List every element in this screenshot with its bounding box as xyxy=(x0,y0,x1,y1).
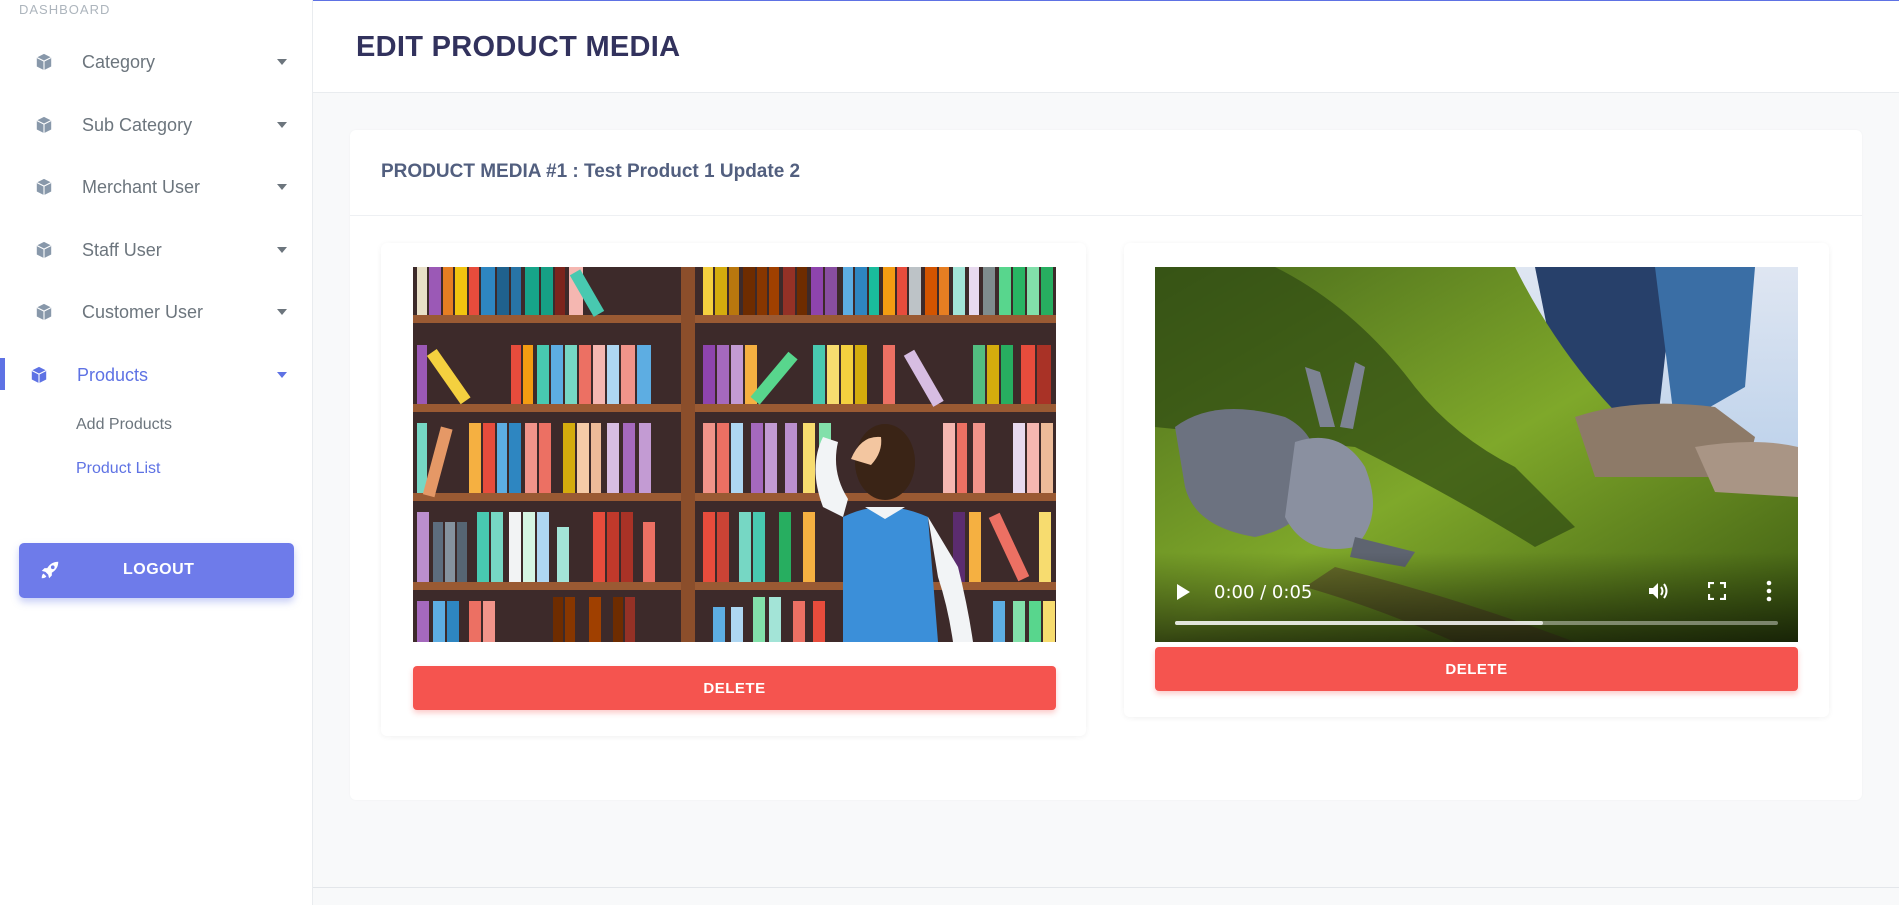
rocket-icon xyxy=(41,561,59,579)
sidebar-item-products[interactable]: Products xyxy=(0,353,313,397)
cube-icon xyxy=(36,303,52,321)
logout-label: LOGOUT xyxy=(123,561,195,578)
sidebar-subitem-product-list[interactable]: Product List xyxy=(76,460,160,478)
card-title: PRODUCT MEDIA #1 : Test Product 1 Update… xyxy=(381,161,801,182)
media-item-video: 0:00 / 0:05 DELETE xyxy=(1124,243,1829,717)
play-icon[interactable] xyxy=(1177,584,1190,600)
sidebar: DASHBOARD Category Sub Category Merchant… xyxy=(0,0,313,905)
delete-video-button[interactable]: DELETE xyxy=(1155,647,1798,691)
cube-icon xyxy=(36,241,52,259)
caret-down-icon xyxy=(277,184,287,190)
caret-down-icon xyxy=(277,122,287,128)
video-time: 0:00 / 0:05 xyxy=(1214,582,1313,603)
cube-icon xyxy=(36,116,52,134)
video-controls: 0:00 / 0:05 xyxy=(1155,552,1798,642)
sidebar-item-merchant-user[interactable]: Merchant User xyxy=(0,165,313,209)
caret-down-icon xyxy=(277,309,287,315)
sidebar-item-label: Products xyxy=(77,364,149,385)
sidebar-item-label: Staff User xyxy=(82,239,162,260)
sidebar-item-customer-user[interactable]: Customer User xyxy=(0,290,313,334)
card-header: PRODUCT MEDIA #1 : Test Product 1 Update… xyxy=(350,130,1862,216)
fullscreen-icon[interactable] xyxy=(1708,582,1726,600)
sidebar-item-category[interactable]: Category xyxy=(0,40,313,84)
sidebar-item-staff-user[interactable]: Staff User xyxy=(0,228,313,272)
media-card: PRODUCT MEDIA #1 : Test Product 1 Update… xyxy=(350,130,1862,800)
more-options-icon[interactable] xyxy=(1765,580,1773,602)
sidebar-item-label: Category xyxy=(82,51,156,72)
product-image xyxy=(413,267,1056,642)
sidebar-section-label: DASHBOARD xyxy=(19,2,111,17)
footer-divider xyxy=(313,887,1899,888)
page-header: EDIT PRODUCT MEDIA xyxy=(313,1,1899,93)
cube-icon xyxy=(31,366,47,384)
product-video[interactable]: 0:00 / 0:05 xyxy=(1155,267,1798,642)
video-progress-track[interactable] xyxy=(1175,621,1778,625)
sidebar-item-label: Sub Category xyxy=(82,114,193,135)
cube-icon xyxy=(36,53,52,71)
volume-icon[interactable] xyxy=(1648,581,1670,601)
cube-icon xyxy=(36,178,52,196)
media-item-image: DELETE xyxy=(381,243,1086,736)
caret-down-icon xyxy=(277,247,287,253)
delete-image-button[interactable]: DELETE xyxy=(413,666,1056,710)
sidebar-item-label: Customer User xyxy=(82,301,204,322)
page-title: EDIT PRODUCT MEDIA xyxy=(356,31,681,63)
sidebar-item-label: Merchant User xyxy=(82,176,201,197)
logout-button[interactable]: LOGOUT xyxy=(19,543,294,598)
caret-down-icon xyxy=(277,372,287,378)
sidebar-item-sub-category[interactable]: Sub Category xyxy=(0,103,313,147)
caret-down-icon xyxy=(277,59,287,65)
video-buffered-bar xyxy=(1175,621,1543,625)
sidebar-subitem-add-products[interactable]: Add Products xyxy=(76,416,172,434)
